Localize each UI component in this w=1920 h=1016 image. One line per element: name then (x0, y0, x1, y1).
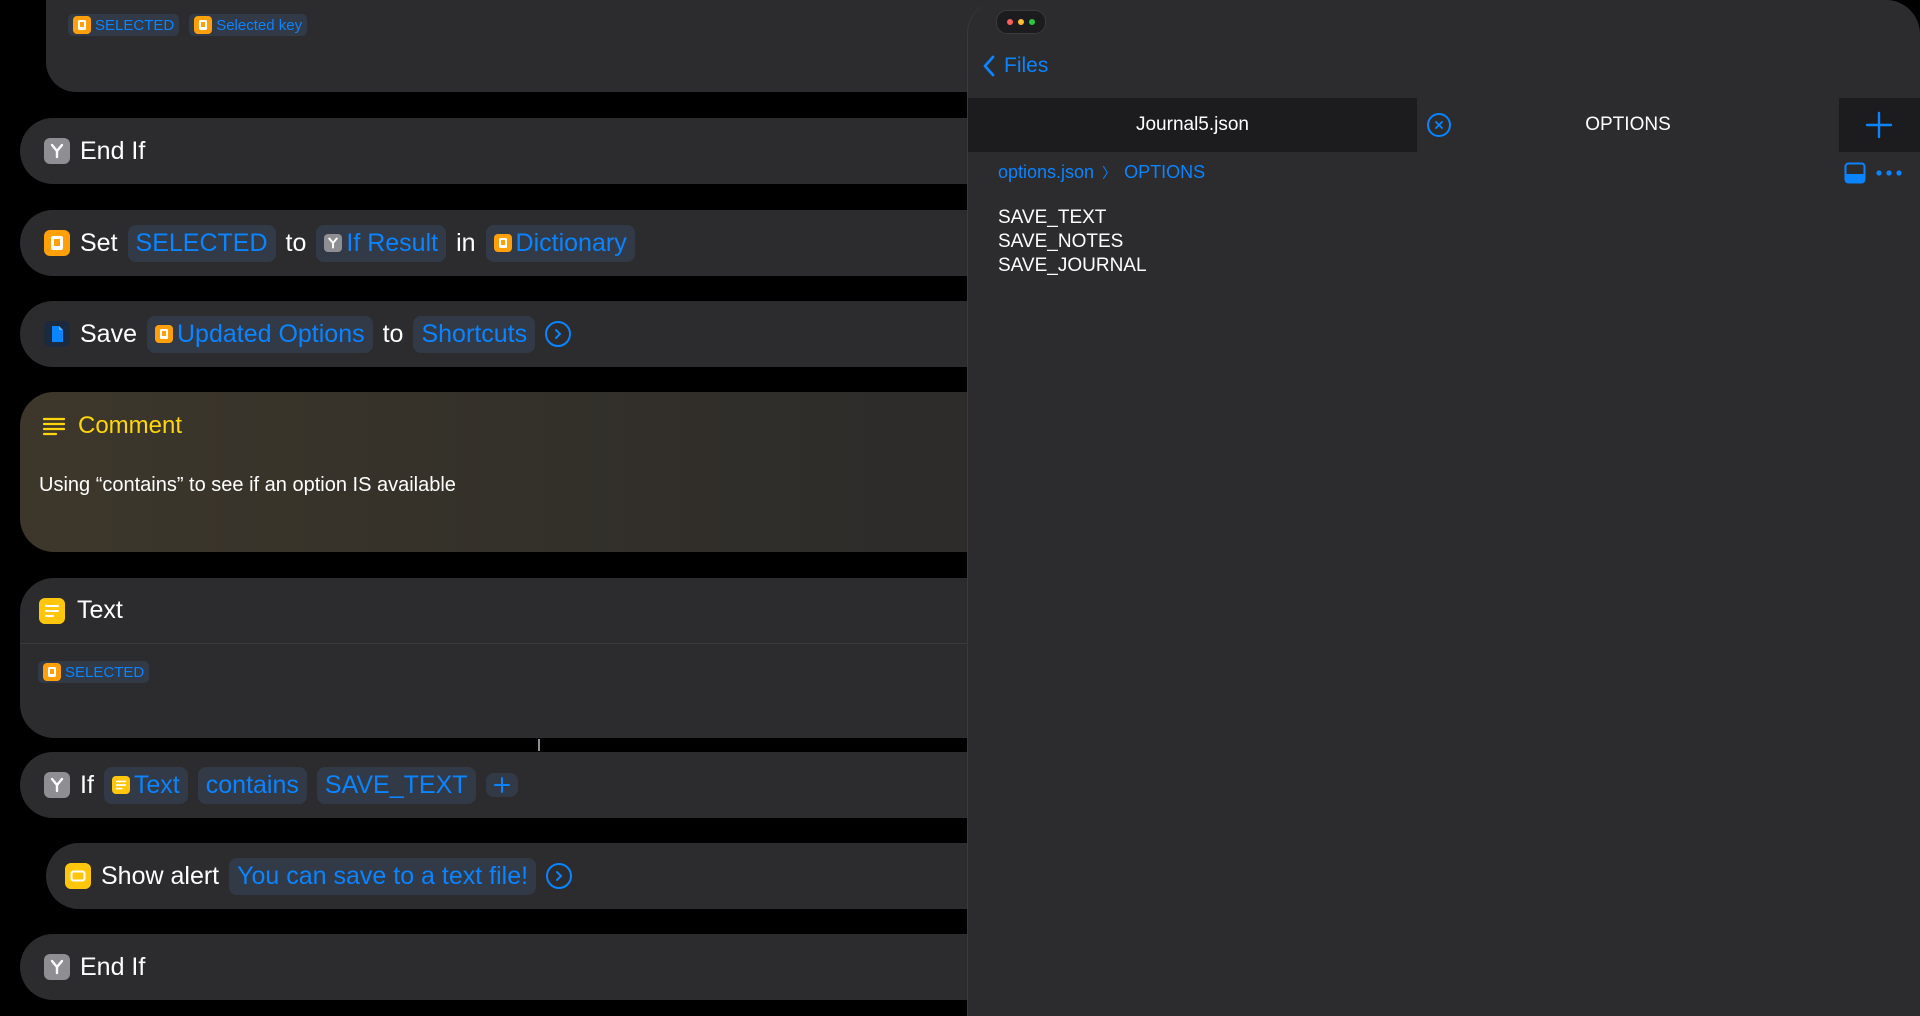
end-if-action[interactable]: End If (20, 118, 1006, 184)
expand-chevron-icon[interactable] (546, 863, 573, 889)
comment-text[interactable]: Using “contains” to see if an option IS … (39, 474, 456, 497)
show-alert-action[interactable]: Show alert You can save to a text file! (46, 843, 1006, 909)
if-label: If (80, 770, 94, 799)
tab-options[interactable]: OPTIONS (1417, 98, 1839, 152)
end-if-label: End If (80, 952, 146, 981)
value-parameter[interactable]: SAVE_TEXT (316, 766, 476, 804)
back-button[interactable]: Files (982, 54, 1048, 78)
comment-lines-icon (42, 416, 66, 436)
input-parameter[interactable]: Text (103, 766, 188, 804)
branch-icon (324, 234, 343, 252)
close-tab-icon[interactable] (1427, 113, 1451, 137)
comment-title: Comment (78, 412, 183, 439)
text-title: Text (77, 596, 123, 624)
drag-divider[interactable] (538, 739, 540, 751)
value-parameter[interactable]: If Result (316, 224, 447, 262)
end-if-label: End If (80, 136, 146, 165)
breadcrumb: options.json 〉 OPTIONS (998, 162, 1205, 183)
save-label: Save (80, 319, 137, 348)
set-label: Set (80, 228, 118, 257)
window-controls[interactable] (996, 10, 1046, 34)
if-action[interactable]: If Text contains SAVE_TEXT (20, 752, 1006, 818)
tab-bar: Journal5.json OPTIONS (968, 98, 1920, 152)
to-label: to (285, 228, 307, 257)
file-parameter[interactable]: Updated Options (146, 315, 373, 353)
comment-action[interactable]: Comment Using “contains” to see if an op… (20, 392, 1006, 552)
list-item[interactable]: SAVE_JOURNAL (998, 254, 1147, 278)
list-item[interactable]: SAVE_NOTES (998, 230, 1147, 254)
dictionary-icon (44, 230, 70, 256)
zoom-dot-icon (1029, 19, 1035, 25)
expand-chevron-icon[interactable] (545, 321, 572, 347)
minimize-dot-icon (1018, 19, 1024, 25)
bottom-panel-icon (1844, 162, 1866, 184)
dictionary-icon (73, 16, 91, 34)
branch-icon (44, 954, 70, 980)
end-if-action[interactable]: End If (20, 934, 1006, 1000)
tab-journal5[interactable]: Journal5.json (968, 98, 1417, 152)
dictionary-icon (154, 325, 173, 343)
add-condition-button[interactable] (485, 773, 518, 797)
save-file-action[interactable]: Save Updated Options to Shortcuts (20, 301, 1006, 367)
dictionary-icon (493, 234, 512, 252)
new-tab-button[interactable] (1864, 110, 1894, 140)
list-item[interactable]: SAVE_TEXT (998, 206, 1147, 230)
chevron-left-icon (983, 55, 995, 77)
alert-message-parameter[interactable]: You can save to a text file! (229, 857, 537, 895)
dictionary-parameter[interactable]: Dictionary (485, 224, 635, 262)
plus-icon (493, 777, 510, 793)
condition-parameter[interactable]: contains (197, 766, 307, 804)
branch-icon (44, 772, 70, 798)
in-label: in (456, 228, 476, 257)
more-options-button[interactable] (1874, 164, 1904, 182)
ellipsis-icon (1876, 170, 1902, 176)
close-dot-icon (1007, 19, 1013, 25)
selected-key-token[interactable]: Selected key (189, 14, 308, 36)
show-alert-label: Show alert (101, 861, 220, 890)
selected-token[interactable]: SELECTED (68, 14, 180, 36)
text-icon (111, 776, 130, 794)
plus-icon (1865, 111, 1893, 139)
breadcrumb-key[interactable]: OPTIONS (1124, 162, 1205, 183)
panel-toggle-button[interactable] (1844, 162, 1866, 184)
branch-icon (44, 138, 70, 164)
alert-icon (65, 863, 91, 889)
document-icon (44, 321, 70, 347)
breadcrumb-separator: 〉 (1102, 164, 1117, 181)
dictionary-action-card[interactable]: SELECTED Selected key (46, 0, 1006, 92)
dictionary-icon (43, 663, 61, 681)
json-content[interactable]: SAVE_TEXT SAVE_NOTES SAVE_JOURNAL (998, 206, 1147, 278)
dictionary-icon (194, 16, 213, 34)
selected-token[interactable]: SELECTED (38, 661, 150, 683)
destination-parameter[interactable]: Shortcuts (413, 315, 536, 353)
set-dictionary-value-action[interactable]: Set SELECTED to If Result in Dictionary (20, 210, 1006, 276)
breadcrumb-file[interactable]: options.json (998, 162, 1094, 183)
to-label: to (382, 319, 404, 348)
key-parameter[interactable]: SELECTED (127, 224, 276, 262)
text-icon (39, 597, 65, 624)
files-slideover-panel: Files Journal5.json OPTIONS options.json… (967, 0, 1920, 1016)
text-action[interactable]: Text SELECTED (20, 578, 1006, 738)
